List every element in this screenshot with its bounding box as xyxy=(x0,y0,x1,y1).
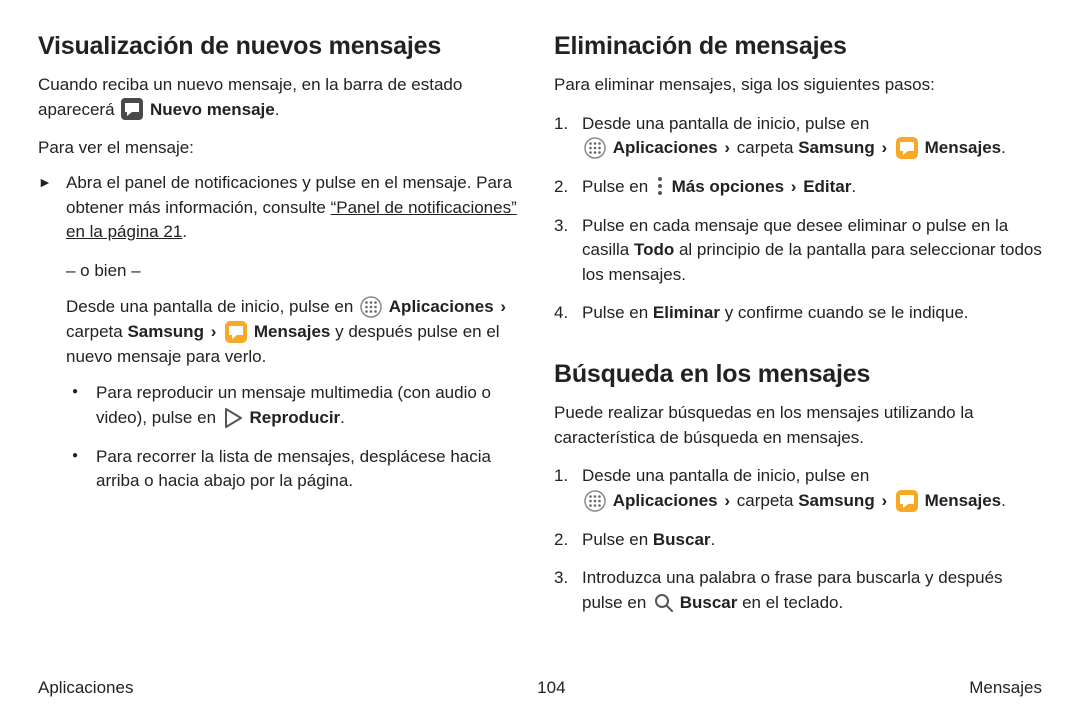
label-search: Buscar xyxy=(653,530,711,549)
text: y confirme cuando se le indique. xyxy=(720,303,969,322)
text: Pulse en xyxy=(582,530,653,549)
text: carpeta xyxy=(737,138,798,157)
steps-delete: Desde una pantalla de inicio, pulse en A… xyxy=(554,112,1042,326)
lead-view-message: Para ver el mensaje: xyxy=(38,136,526,161)
footer-left: Aplicaciones xyxy=(38,678,133,698)
heading-search: Búsqueda en los mensajes xyxy=(554,360,1042,389)
step-search-2: Pulse en Buscar. xyxy=(554,528,1042,553)
chevron-right-icon: › xyxy=(789,177,799,196)
label-messages: Mensajes xyxy=(254,322,331,341)
chevron-right-icon: › xyxy=(722,138,732,157)
more-options-icon xyxy=(655,176,665,196)
step-nav-messages: Desde una pantalla de inicio, pulse en A… xyxy=(66,295,526,369)
messages-app-icon xyxy=(225,321,247,343)
label-samsung: Samsung xyxy=(127,322,204,341)
sub-bullets: Para reproducir un mensaje multimedia (c… xyxy=(66,381,526,494)
left-column: Visualización de nuevos mensajes Cuando … xyxy=(38,32,526,630)
footer-right: Mensajes xyxy=(969,678,1042,698)
label-messages: Mensajes xyxy=(925,138,1002,157)
step-delete-4: Pulse en Eliminar y confirme cuando se l… xyxy=(554,301,1042,326)
text: Desde una pantalla de inicio, pulse en xyxy=(66,297,358,316)
chevron-right-icon: › xyxy=(879,138,889,157)
text: . xyxy=(275,100,280,119)
text: . xyxy=(711,530,716,549)
label-samsung: Samsung xyxy=(798,138,875,157)
chevron-right-icon: › xyxy=(209,322,219,341)
right-column: Eliminación de mensajes Para eliminar me… xyxy=(554,32,1042,630)
text: carpeta xyxy=(66,322,127,341)
step-search-1: Desde una pantalla de inicio, pulse en A… xyxy=(554,464,1042,513)
chevron-right-icon: › xyxy=(498,297,508,316)
messages-app-icon xyxy=(896,137,918,159)
search-icon xyxy=(653,592,673,612)
apps-icon xyxy=(584,490,606,512)
label-search-key: Buscar xyxy=(680,593,738,612)
text: . xyxy=(1001,491,1006,510)
text: Desde una pantalla de inicio, pulse en xyxy=(582,114,869,133)
label-all: Todo xyxy=(634,240,674,259)
step-search-3: Introduzca una palabra o frase para busc… xyxy=(554,566,1042,615)
message-status-icon xyxy=(121,98,143,120)
apps-icon xyxy=(584,137,606,159)
text: . xyxy=(340,408,345,427)
text: . xyxy=(1001,138,1006,157)
label-delete: Eliminar xyxy=(653,303,720,322)
play-icon xyxy=(223,408,243,428)
bullet-play-mms: Para reproducir un mensaje multimedia (c… xyxy=(66,381,526,430)
text: . xyxy=(182,222,187,241)
intro-search: Puede realizar búsquedas en los mensajes… xyxy=(554,401,1042,450)
label-apps: Aplicaciones xyxy=(389,297,494,316)
step-delete-2: Pulse en Más opciones › Editar. xyxy=(554,175,1042,200)
text: en el teclado. xyxy=(737,593,843,612)
intro-delete: Para eliminar mensajes, siga los siguien… xyxy=(554,73,1042,98)
text: . xyxy=(851,177,856,196)
step-delete-3: Pulse en cada mensaje que desee eliminar… xyxy=(554,214,1042,288)
chevron-right-icon: › xyxy=(879,491,889,510)
steps-view-message: Abra el panel de notificaciones y pulse … xyxy=(38,171,526,245)
label-more-options: Más opciones xyxy=(672,177,784,196)
footer-page-number: 104 xyxy=(537,678,565,698)
heading-view-new: Visualización de nuevos mensajes xyxy=(38,32,526,61)
text: Desde una pantalla de inicio, pulse en xyxy=(582,466,869,485)
page-columns: Visualización de nuevos mensajes Cuando … xyxy=(38,32,1042,630)
label-apps: Aplicaciones xyxy=(613,138,718,157)
text: carpeta xyxy=(737,491,798,510)
step-delete-1: Desde una pantalla de inicio, pulse en A… xyxy=(554,112,1042,161)
heading-delete: Eliminación de mensajes xyxy=(554,32,1042,61)
or-divider: – o bien – xyxy=(66,259,526,284)
text: Pulse en xyxy=(582,177,653,196)
label-play: Reproducir xyxy=(249,408,340,427)
steps-search: Desde una pantalla de inicio, pulse en A… xyxy=(554,464,1042,615)
bullet-scroll-list: Para recorrer la lista de mensajes, desp… xyxy=(66,445,526,494)
label-messages: Mensajes xyxy=(925,491,1002,510)
apps-icon xyxy=(360,296,382,318)
intro-view-new: Cuando reciba un nuevo mensaje, en la ba… xyxy=(38,73,526,122)
messages-app-icon xyxy=(896,490,918,512)
step-open-panel: Abra el panel de notificaciones y pulse … xyxy=(38,171,526,245)
label-edit: Editar xyxy=(803,177,851,196)
label-apps: Aplicaciones xyxy=(613,491,718,510)
chevron-right-icon: › xyxy=(722,491,732,510)
label-new-message: Nuevo mensaje xyxy=(150,100,275,119)
label-samsung: Samsung xyxy=(798,491,875,510)
text: Pulse en xyxy=(582,303,653,322)
page-footer: Aplicaciones 104 Mensajes xyxy=(38,678,1042,698)
